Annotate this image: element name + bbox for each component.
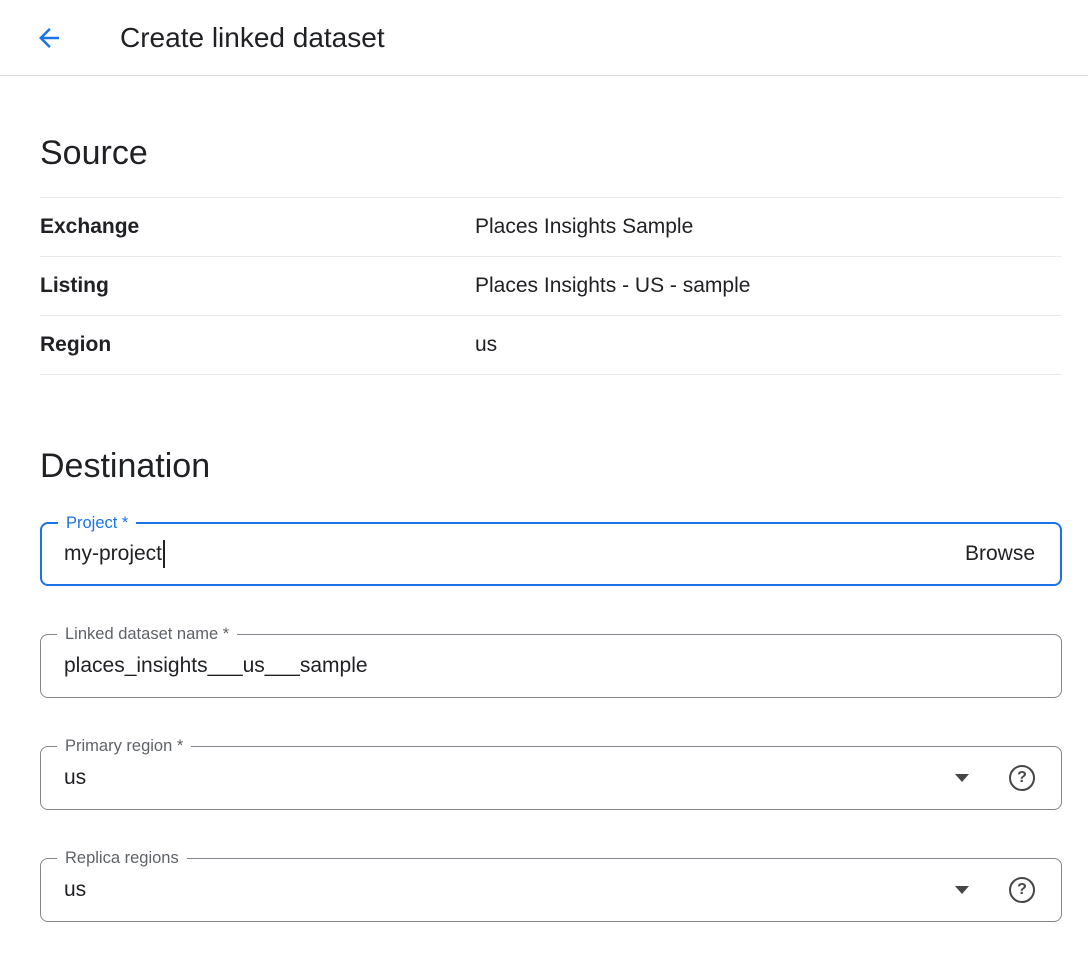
- dataset-name-input[interactable]: Linked dataset name * places_insights___…: [40, 634, 1062, 698]
- chevron-down-icon: [955, 774, 969, 782]
- primary-region-field-group: Primary region * us ?: [40, 746, 1062, 810]
- replica-regions-field-group: Replica regions us ?: [40, 858, 1062, 922]
- source-table: Exchange Places Insights Sample Listing …: [40, 197, 1062, 375]
- project-field-label: Project *: [58, 513, 136, 533]
- region-value: us: [475, 332, 497, 358]
- table-row-region: Region us: [40, 316, 1062, 375]
- replica-regions-select[interactable]: Replica regions us ?: [40, 858, 1062, 922]
- destination-heading: Destination: [40, 447, 1062, 486]
- dataset-name-field-label: Linked dataset name *: [57, 624, 237, 644]
- region-label: Region: [40, 332, 475, 358]
- page-title: Create linked dataset: [120, 22, 385, 54]
- chevron-down-icon: [955, 886, 969, 894]
- listing-label: Listing: [40, 273, 475, 299]
- table-row-exchange: Exchange Places Insights Sample: [40, 197, 1062, 257]
- project-field-group: Project * my-project Browse: [40, 522, 1062, 586]
- help-icon[interactable]: ?: [1009, 877, 1035, 903]
- primary-region-field-label: Primary region *: [57, 736, 191, 756]
- browse-button[interactable]: Browse: [965, 542, 1035, 566]
- content: Source Exchange Places Insights Sample L…: [0, 134, 1088, 922]
- source-heading: Source: [40, 134, 1062, 173]
- replica-regions-field-value: us: [64, 878, 86, 902]
- primary-region-field-value: us: [64, 766, 86, 790]
- help-icon[interactable]: ?: [1009, 765, 1035, 791]
- exchange-label: Exchange: [40, 214, 475, 240]
- project-input[interactable]: Project * my-project Browse: [40, 522, 1062, 586]
- text-cursor: [163, 540, 165, 568]
- dataset-name-field-group: Linked dataset name * places_insights___…: [40, 634, 1062, 698]
- project-field-value: my-project: [64, 542, 162, 566]
- exchange-value: Places Insights Sample: [475, 214, 693, 240]
- header: Create linked dataset: [0, 0, 1088, 76]
- create-linked-dataset-page: Create linked dataset Source Exchange Pl…: [0, 0, 1088, 976]
- back-button[interactable]: [34, 23, 64, 53]
- table-row-listing: Listing Places Insights - US - sample: [40, 257, 1062, 316]
- replica-regions-field-label: Replica regions: [57, 848, 187, 868]
- primary-region-select[interactable]: Primary region * us ?: [40, 746, 1062, 810]
- arrow-back-icon: [34, 23, 64, 53]
- dataset-name-field-value: places_insights___us___sample: [64, 654, 368, 678]
- listing-value: Places Insights - US - sample: [475, 273, 750, 299]
